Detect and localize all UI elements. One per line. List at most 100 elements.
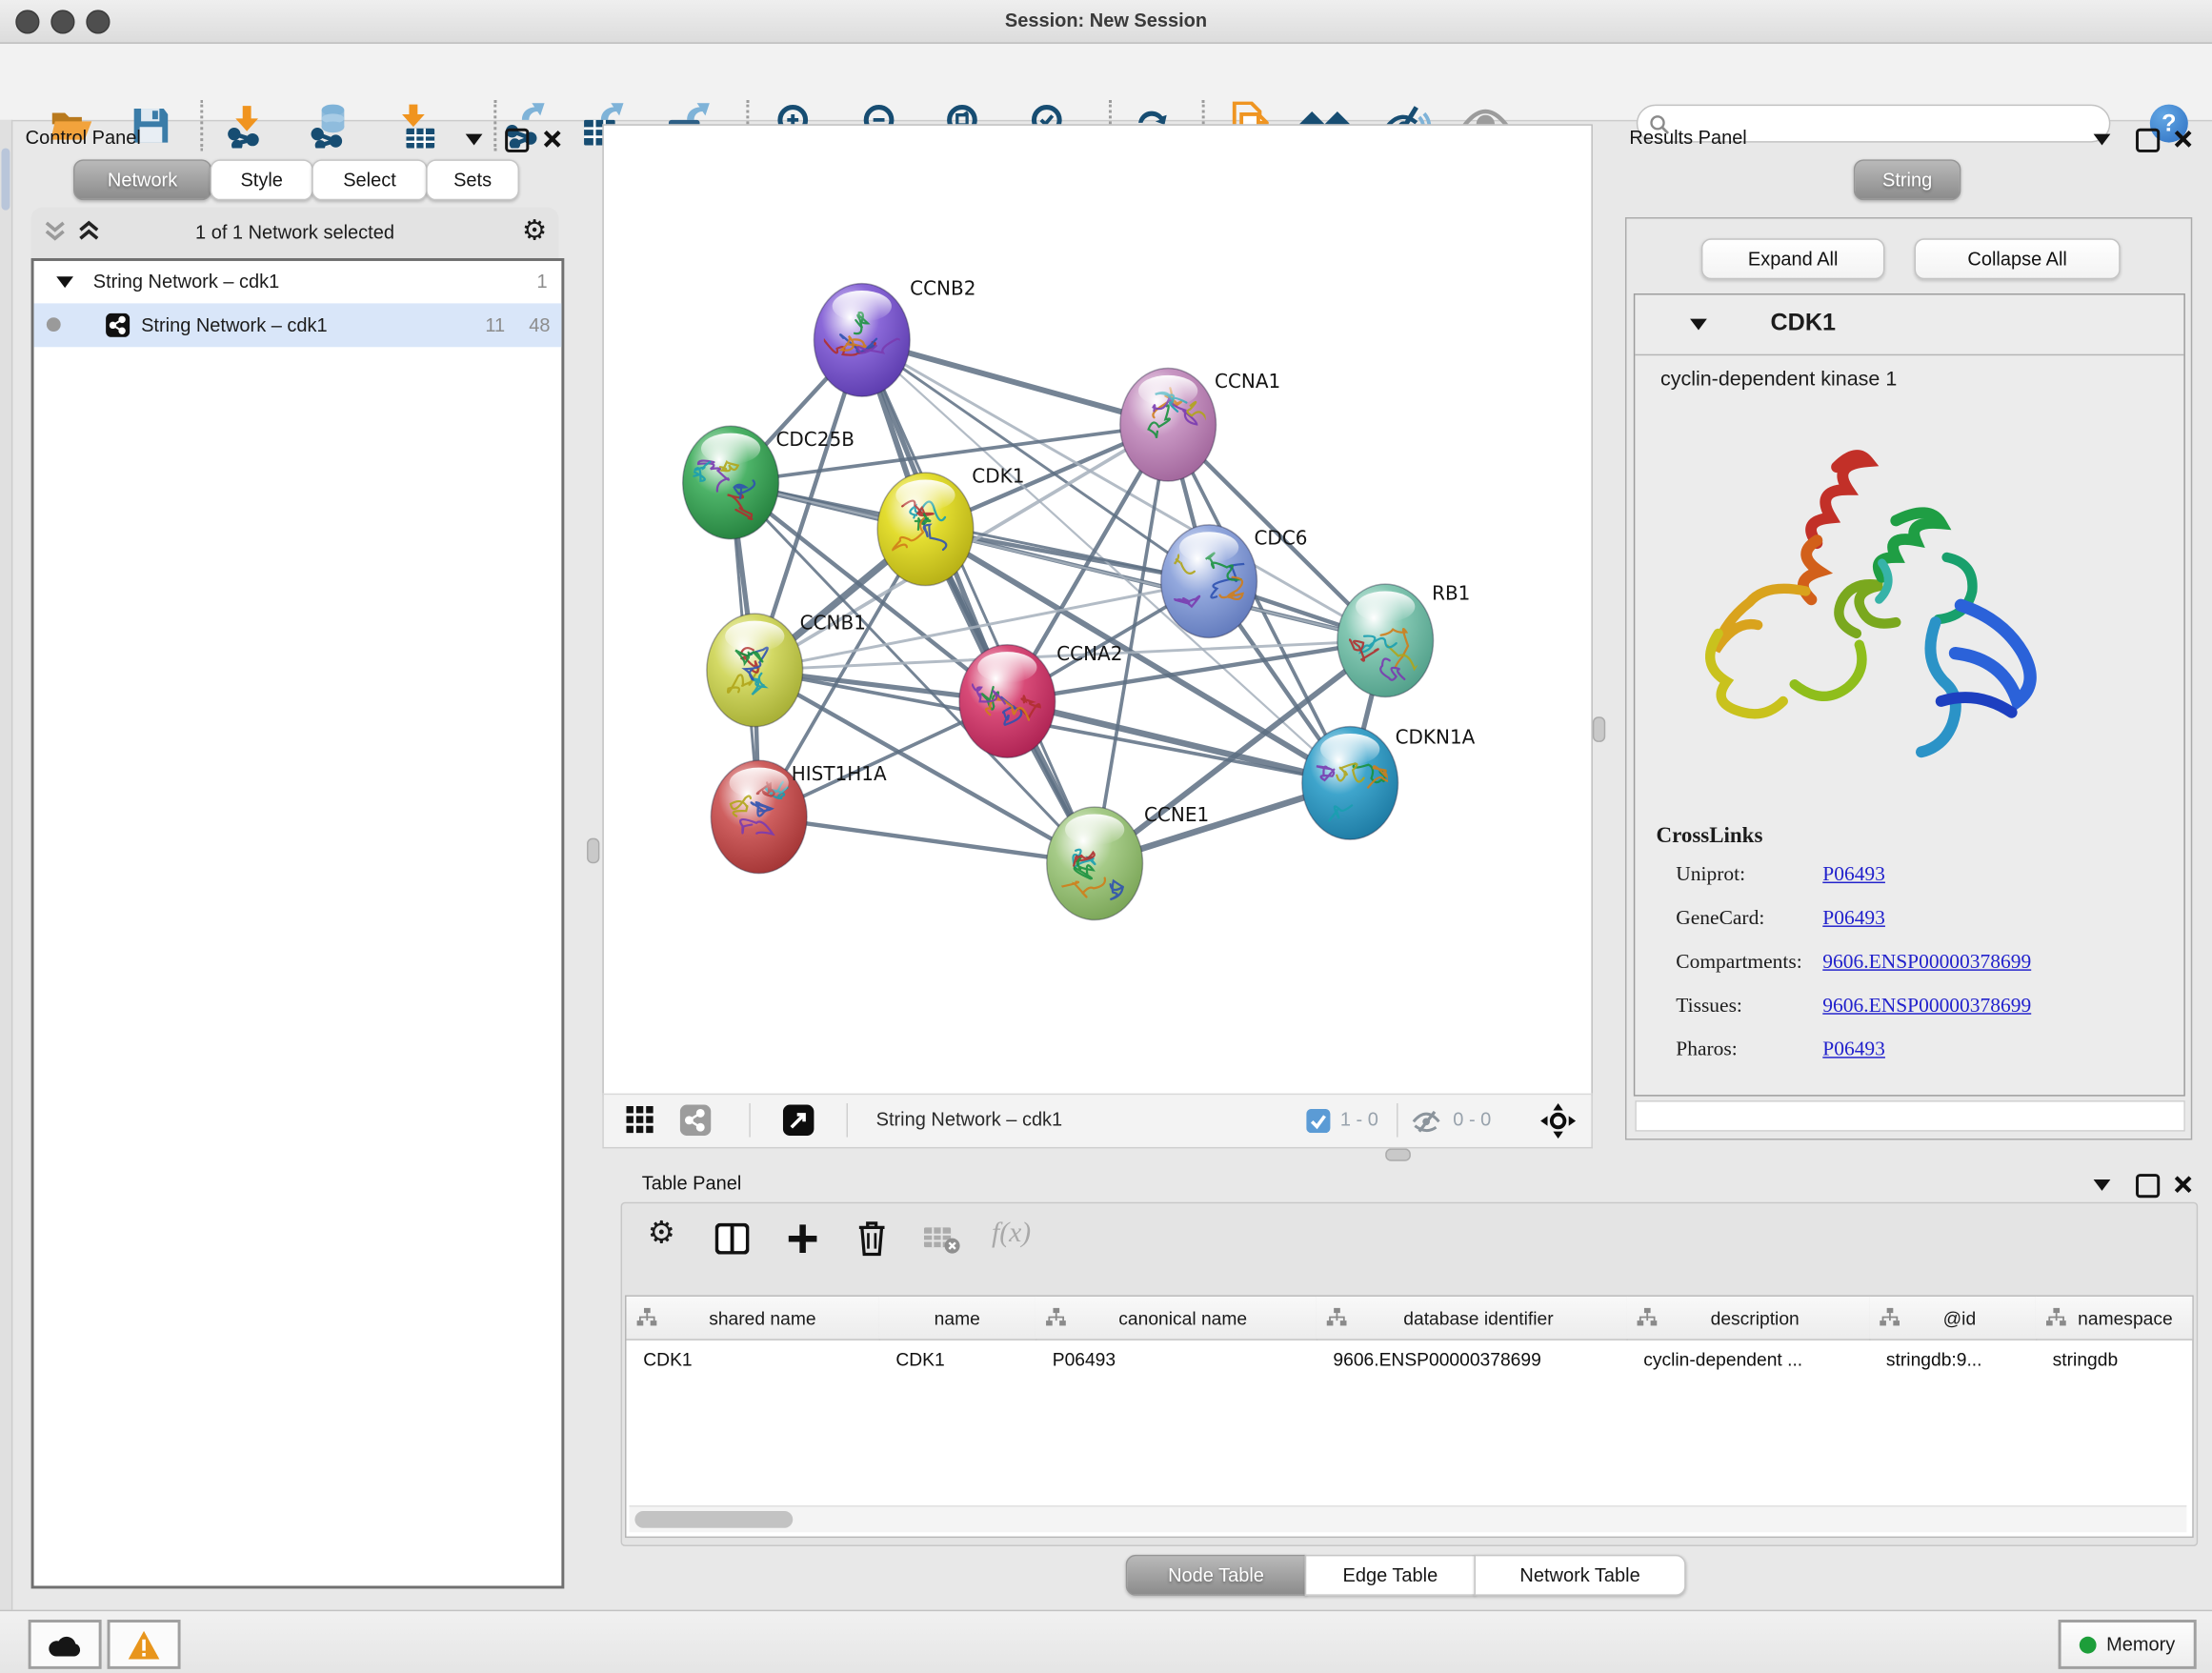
- crosslink-pharos[interactable]: P06493: [1822, 1038, 1885, 1062]
- column-header-canonical-name[interactable]: canonical name: [1036, 1297, 1317, 1340]
- node-label: CDC6: [1254, 527, 1307, 550]
- left-splitter-handle[interactable]: [587, 838, 599, 864]
- network-options-gear-icon[interactable]: ⚙: [522, 213, 548, 249]
- table-scrollbar-track[interactable]: [629, 1505, 2186, 1532]
- collapse-tree-icon[interactable]: [56, 276, 73, 288]
- network-node-RB1[interactable]: RB1: [1337, 581, 1471, 696]
- warnings-button[interactable]: [108, 1620, 181, 1669]
- tab-style[interactable]: Style: [211, 159, 313, 200]
- table-scrollbar-thumb[interactable]: [634, 1511, 793, 1528]
- right-splitter-handle[interactable]: [1593, 716, 1605, 742]
- grid-view-icon[interactable]: [627, 1106, 655, 1135]
- column-type-icon: [636, 1308, 657, 1328]
- network-edge[interactable]: [759, 816, 1095, 863]
- node-table: shared name name canonical name database…: [625, 1295, 2194, 1538]
- protein-header-row[interactable]: CDK1: [1635, 295, 2183, 356]
- tab-select[interactable]: Select: [312, 159, 427, 200]
- import-network-icon: [224, 103, 269, 148]
- column-header-id[interactable]: @id: [1869, 1297, 2037, 1340]
- column-header-shared-name[interactable]: shared name: [627, 1297, 881, 1340]
- table-cell[interactable]: stringdb:9...: [1869, 1340, 2036, 1379]
- table-cell[interactable]: stringdb: [2036, 1340, 2192, 1379]
- collapsed-tab-marker[interactable]: [1, 148, 10, 210]
- results-panel-close-icon[interactable]: [2173, 129, 2194, 150]
- network-node-CDKN1A[interactable]: CDKN1A: [1302, 725, 1476, 839]
- network-node-CCNA2[interactable]: CCNA2: [959, 642, 1122, 757]
- cloud-button[interactable]: [29, 1620, 102, 1669]
- main-toolbar: ?: [0, 44, 2212, 121]
- column-header-namespace[interactable]: namespace: [2036, 1297, 2192, 1340]
- network-edge[interactable]: [1007, 701, 1350, 783]
- collapse-all-button[interactable]: Collapse All: [1915, 238, 2121, 279]
- network-node-CDC6[interactable]: CDC6: [1161, 525, 1308, 637]
- import-network-button[interactable]: [220, 103, 273, 148]
- tab-edge-table[interactable]: Edge Table: [1305, 1555, 1476, 1596]
- column-type-icon: [1045, 1308, 1066, 1328]
- edge-count: 48: [529, 314, 550, 335]
- network-tree-item-row[interactable]: String Network – cdk1 11 48: [34, 303, 562, 347]
- table-cell[interactable]: P06493: [1036, 1340, 1317, 1379]
- column-header-name[interactable]: name: [879, 1297, 1037, 1340]
- protein-detail-card: CDK1 cyclin-dependent kinase 1 CrossLink…: [1634, 293, 2185, 1097]
- expand-all-button[interactable]: Expand All: [1701, 238, 1885, 279]
- results-panel-float-icon[interactable]: [2136, 129, 2160, 152]
- horizontal-splitter-handle[interactable]: [1385, 1148, 1411, 1160]
- network-tree-root-row[interactable]: String Network – cdk1 1: [34, 261, 562, 303]
- table-options-gear-icon[interactable]: ⚙: [648, 1215, 675, 1252]
- delete-column-icon[interactable]: [856, 1220, 888, 1258]
- selected-nodes-checkbox[interactable]: [1306, 1109, 1330, 1133]
- collection-count: 1: [536, 271, 547, 292]
- control-panel-float-icon[interactable]: [505, 129, 529, 152]
- network-node-CCNE1[interactable]: CCNE1: [1047, 803, 1209, 920]
- fit-selected-crosshair-icon[interactable]: [1540, 1103, 1576, 1139]
- protein-name: CDK1: [1770, 309, 1836, 337]
- import-database-button[interactable]: [305, 103, 358, 148]
- network-node-CCNB1[interactable]: CCNB1: [707, 611, 866, 726]
- table-cell[interactable]: CDK1: [627, 1340, 879, 1379]
- network-name: String Network – cdk1: [141, 314, 328, 335]
- column-header-description[interactable]: description: [1626, 1297, 1870, 1340]
- control-panel-menu-icon[interactable]: [466, 134, 483, 146]
- tab-network-table[interactable]: Network Table: [1475, 1555, 1686, 1596]
- network-node-HIST1H1A[interactable]: HIST1H1A: [711, 760, 887, 873]
- crosslink-compartments[interactable]: 9606.ENSP00000378699: [1822, 951, 2031, 975]
- collapse-section-icon[interactable]: [1690, 319, 1707, 331]
- toolbar-separator: [847, 1103, 848, 1138]
- network-node-CCNA1[interactable]: CCNA1: [1120, 369, 1280, 481]
- network-overview-icon[interactable]: [680, 1105, 712, 1137]
- network-canvas[interactable]: CCNB2 CCNA1 CDC25B CDK1 CDC6 RB1 CCNB1 CCNA2 CDK…: [602, 124, 1593, 1096]
- tab-node-table[interactable]: Node Table: [1126, 1555, 1307, 1596]
- node-label: CDC25B: [775, 428, 854, 451]
- memory-button[interactable]: Memory: [2059, 1620, 2197, 1669]
- crosslink-label: GeneCard:: [1676, 907, 1764, 931]
- show-columns-icon[interactable]: [715, 1223, 750, 1255]
- table-panel-close-icon[interactable]: [2173, 1174, 2194, 1195]
- birdseye-toggle-icon[interactable]: [783, 1105, 814, 1137]
- crosslink-tissues[interactable]: 9606.ENSP00000378699: [1822, 995, 2031, 1018]
- crosslink-uniprot[interactable]: P06493: [1822, 863, 1885, 887]
- toolbar-separator: [1397, 1103, 1398, 1138]
- tab-network[interactable]: Network: [73, 159, 211, 200]
- node-label: RB1: [1432, 581, 1470, 604]
- tab-sets[interactable]: Sets: [426, 159, 519, 200]
- table-cell[interactable]: cyclin-dependent ...: [1626, 1340, 1869, 1379]
- results-panel-menu-icon[interactable]: [2094, 134, 2111, 146]
- node-label: CDK1: [972, 464, 1024, 487]
- import-table-icon: [395, 103, 437, 148]
- hidden-elements-icon[interactable]: [1411, 1110, 1445, 1133]
- control-panel-close-icon[interactable]: [542, 129, 563, 150]
- network-node-CCNB2[interactable]: CCNB2: [814, 277, 975, 397]
- column-header-database-identifier[interactable]: database identifier: [1317, 1297, 1628, 1340]
- add-column-icon[interactable]: [786, 1221, 820, 1256]
- network-edge[interactable]: [862, 340, 1095, 863]
- network-selection-summary: 1 of 1 Network selected: [31, 221, 559, 242]
- table-cell[interactable]: 9606.ENSP00000378699: [1317, 1340, 1627, 1379]
- table-panel-menu-icon[interactable]: [2094, 1179, 2111, 1191]
- node-label: CDKN1A: [1396, 725, 1476, 748]
- tab-string[interactable]: String: [1854, 159, 1961, 200]
- results-scrollbar[interactable]: [1635, 1100, 2185, 1132]
- crosslink-genecard[interactable]: P06493: [1822, 907, 1885, 931]
- import-table-button[interactable]: [390, 103, 443, 148]
- table-panel-float-icon[interactable]: [2136, 1174, 2160, 1198]
- table-cell[interactable]: CDK1: [879, 1340, 1036, 1379]
